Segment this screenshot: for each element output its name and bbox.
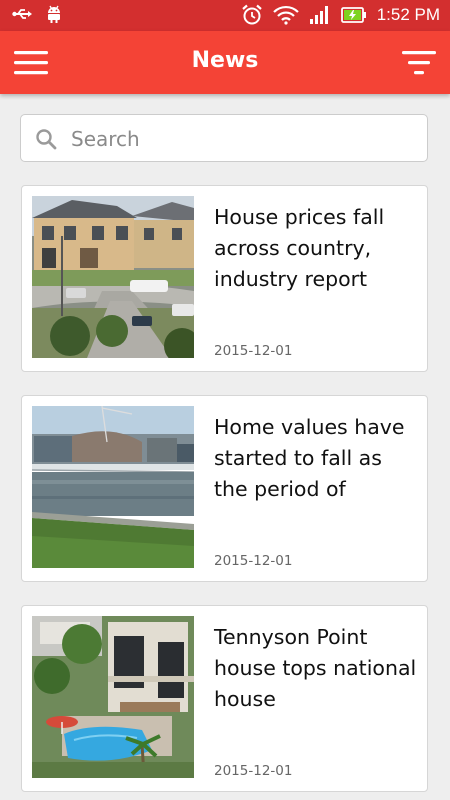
- news-card[interactable]: Tennyson Point house tops national house…: [21, 605, 428, 792]
- news-card[interactable]: House prices fall across country, indust…: [21, 185, 428, 372]
- article-date: 2015-12-01: [214, 553, 293, 569]
- filter-icon: [402, 51, 436, 75]
- riverside-bridge-photo: [32, 406, 194, 568]
- search-bar[interactable]: [20, 114, 428, 162]
- signal-icon: [309, 6, 328, 24]
- article-title: Home values have started to fall as the …: [214, 415, 405, 501]
- filter-button[interactable]: [402, 49, 436, 77]
- status-bar: 1:52 PM: [0, 0, 450, 31]
- page-title: News: [191, 48, 259, 73]
- news-card[interactable]: Home values have started to fall as the …: [21, 395, 428, 582]
- battery-charging-icon: [340, 7, 366, 23]
- search-icon: [36, 129, 57, 150]
- article-title: House prices fall across country, indust…: [214, 205, 385, 291]
- article-date: 2015-12-01: [214, 343, 293, 359]
- android-icon: [48, 5, 60, 23]
- status-right-icons: 1:52 PM: [241, 4, 440, 26]
- article-title: Tennyson Point house tops national house: [214, 625, 417, 711]
- wifi-icon: [272, 5, 299, 25]
- search-input[interactable]: [69, 121, 413, 157]
- house-with-pool-photo: [32, 616, 194, 778]
- status-left-icons: [12, 5, 62, 23]
- usb-icon: [12, 9, 32, 19]
- article-date: 2015-12-01: [214, 763, 293, 779]
- suburban-houses-photo: [32, 196, 194, 358]
- status-time: 1:52 PM: [376, 5, 440, 24]
- alarm-icon: [241, 4, 262, 25]
- app-bar: News: [0, 31, 450, 94]
